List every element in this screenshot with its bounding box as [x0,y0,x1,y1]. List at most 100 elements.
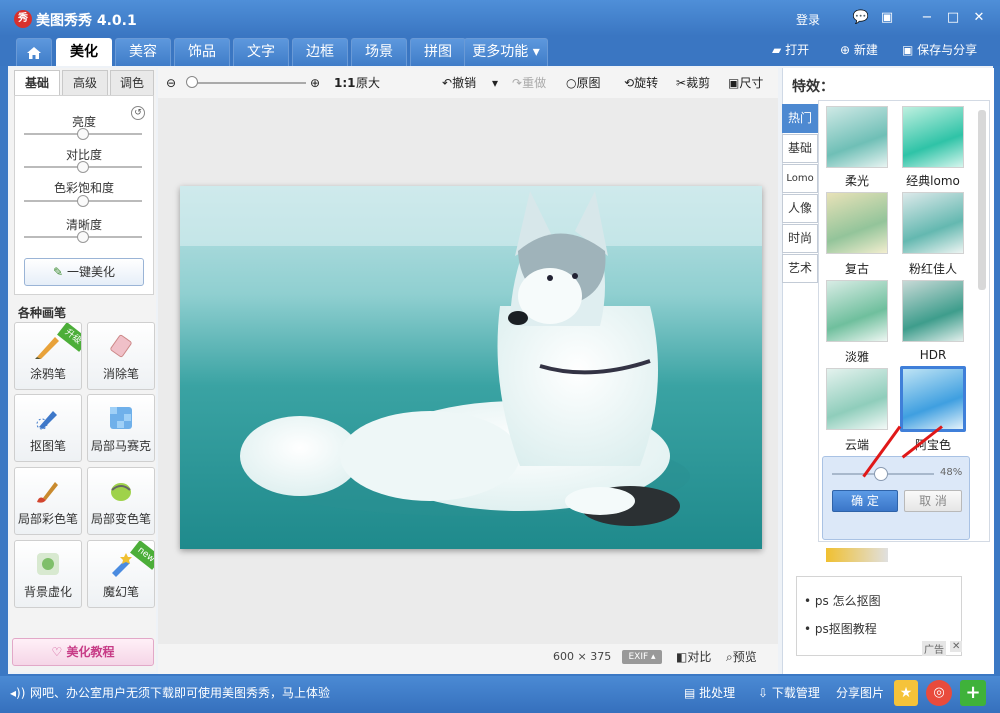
undo-icon: ↶ [442,76,453,90]
vtab-portrait[interactable]: 人像 [782,194,818,223]
link-ps-cutout-tutorial[interactable]: • ps抠图教程 [804,620,877,637]
effect-thumb-cloud[interactable] [826,368,888,430]
tab-collage[interactable]: 拼图 [410,38,466,66]
opacity-slider-thumb[interactable] [874,467,888,481]
brush-magic[interactable]: 魔幻笔 new [87,540,155,608]
slider-thumb-sharpness[interactable] [77,231,89,243]
original-image-button[interactable]: ○原图 [566,75,601,91]
effects-scrollbar[interactable] [978,110,986,290]
one-click-beautify-button[interactable]: ✎ 一键美化 [24,258,144,286]
subtab-advanced[interactable]: 高级 [62,70,108,96]
home-tab[interactable] [16,38,52,66]
ad-close-icon[interactable]: ✕ [950,641,963,652]
vtab-lomo[interactable]: Lomo [782,164,818,193]
effect-thumb-elegant[interactable] [826,280,888,342]
effect-thumb-abao-color[interactable] [900,366,966,432]
brushes-title: 各种画笔 [18,306,67,320]
subtab-color[interactable]: 调色 [110,70,154,96]
weibo-icon[interactable]: ◎ [926,680,952,706]
star-icon[interactable]: ★ [894,680,918,706]
brush-background-blur[interactable]: 背景虚化 [14,540,82,608]
open-button[interactable]: ▰ 打开 [772,41,809,59]
skin-icon[interactable]: ▣ [878,9,896,27]
speaker-icon: ◂)) [10,686,26,700]
brush-local-color[interactable]: 局部彩色笔 [14,467,82,535]
compare-button[interactable]: ◧对比 [676,648,711,665]
effect-thumb-vintage[interactable] [826,192,888,254]
zoom-out-icon[interactable]: ⊖ [166,75,176,91]
slider-thumb-contrast[interactable] [77,161,89,173]
vtab-basic[interactable]: 基础 [782,134,818,163]
image-dimensions: 600 × 375 [553,650,612,663]
vtab-hot[interactable]: 热门 [782,104,818,133]
brush-local-recolor[interactable]: 局部变色笔 [87,467,155,535]
blur-icon [37,553,59,575]
login-link[interactable]: 登录 [796,11,820,28]
app-title: 美图秀秀 4.0.1 [36,13,137,29]
brush-mosaic[interactable]: 局部马赛克 [87,394,155,462]
undo-button[interactable]: ↶撤销 [442,75,476,91]
effect-thumb-hdr[interactable] [902,280,964,342]
tab-border[interactable]: 边框 [292,38,348,66]
subtab-basic[interactable]: 基础 [14,70,60,96]
brush-cutout[interactable]: 抠图笔 [14,394,82,462]
doodle-pen-icon [35,337,59,359]
tab-more[interactable]: 更多功能 ▾ [464,38,548,66]
redo-button[interactable]: ↷重做 [512,75,546,91]
brush-doodle[interactable]: 涂鸦笔 升级 [14,322,82,390]
paint-bucket-icon [111,483,131,501]
slider-thumb-saturation[interactable] [77,195,89,207]
edited-photo[interactable] [180,186,762,549]
actual-size-label[interactable]: 1:1 [334,75,356,91]
magic-wand-icon: ✎ [53,265,64,279]
zoom-slider-thumb[interactable] [186,76,198,88]
link-ps-cutout[interactable]: • ps 怎么抠图 [804,592,881,609]
close-icon[interactable]: ✕ [970,9,988,27]
exif-button[interactable]: EXIF ▴ [622,650,662,664]
undo-dropdown-icon[interactable]: ▾ [492,75,498,91]
share-image-button[interactable]: 分享图片 [836,684,884,702]
effect-thumb-next-row[interactable] [826,548,888,562]
save-share-button[interactable]: ▣ 保存与分享 [902,41,977,59]
confirm-button[interactable]: 确 定 [832,490,898,512]
crop-button[interactable]: ✂裁剪 [676,75,710,91]
tab-accessories[interactable]: 饰品 [174,38,230,66]
effect-thumb-soft-light[interactable] [826,106,888,168]
tab-text[interactable]: 文字 [233,38,289,66]
effect-label-hdr: HDR [919,348,947,362]
effect-thumb-pink-lady[interactable] [902,192,964,254]
home-icon [27,47,41,59]
color-brush-icon [37,482,58,503]
new-button[interactable]: ⊕ 新建 [840,41,878,59]
opacity-value: 48% [940,467,963,478]
maximize-icon[interactable]: □ [944,9,962,27]
tab-scene[interactable]: 场景 [351,38,407,66]
add-icon[interactable]: + [960,680,986,706]
effect-label-soft-light: 柔光 [844,174,869,188]
rotate-button[interactable]: ⟲旋转 [624,75,658,91]
rotate-icon: ⟲ [624,76,635,90]
eraser-icon [110,334,132,358]
preview-button[interactable]: ⌕预览 [726,648,757,665]
zoom-in-icon[interactable]: ⊕ [310,75,320,91]
original-size-button[interactable]: 原大 [356,75,380,91]
cancel-button[interactable]: 取 消 [904,490,962,512]
feedback-icon[interactable]: 💬 [852,9,870,27]
bottom-notice-link[interactable]: 网吧、办公室用户无须下载即可使用美图秀秀，马上体验 [30,684,330,702]
tab-beautify[interactable]: 美化 [56,38,112,66]
minimize-icon[interactable]: − [918,9,936,27]
hand-icon: ♡ [51,645,63,659]
beautify-tutorial-button[interactable]: ♡ 美化教程 [12,638,154,666]
vtab-art[interactable]: 艺术 [782,254,818,283]
magic-pen-icon [112,553,132,577]
tab-beauty[interactable]: 美容 [115,38,171,66]
download-manager-button[interactable]: ⇩ 下载管理 [758,684,820,702]
batch-process-button[interactable]: ▤ 批处理 [684,684,735,702]
slider-thumb-brightness[interactable] [77,128,89,140]
zoom-slider-track [190,82,306,84]
resize-button[interactable]: ▣尺寸 [728,75,763,91]
slider-label-saturation: 色彩饱和度 [53,181,114,195]
brush-eraser[interactable]: 消除笔 [87,322,155,390]
vtab-fashion[interactable]: 时尚 [782,224,818,253]
effect-thumb-classic-lomo[interactable] [902,106,964,168]
